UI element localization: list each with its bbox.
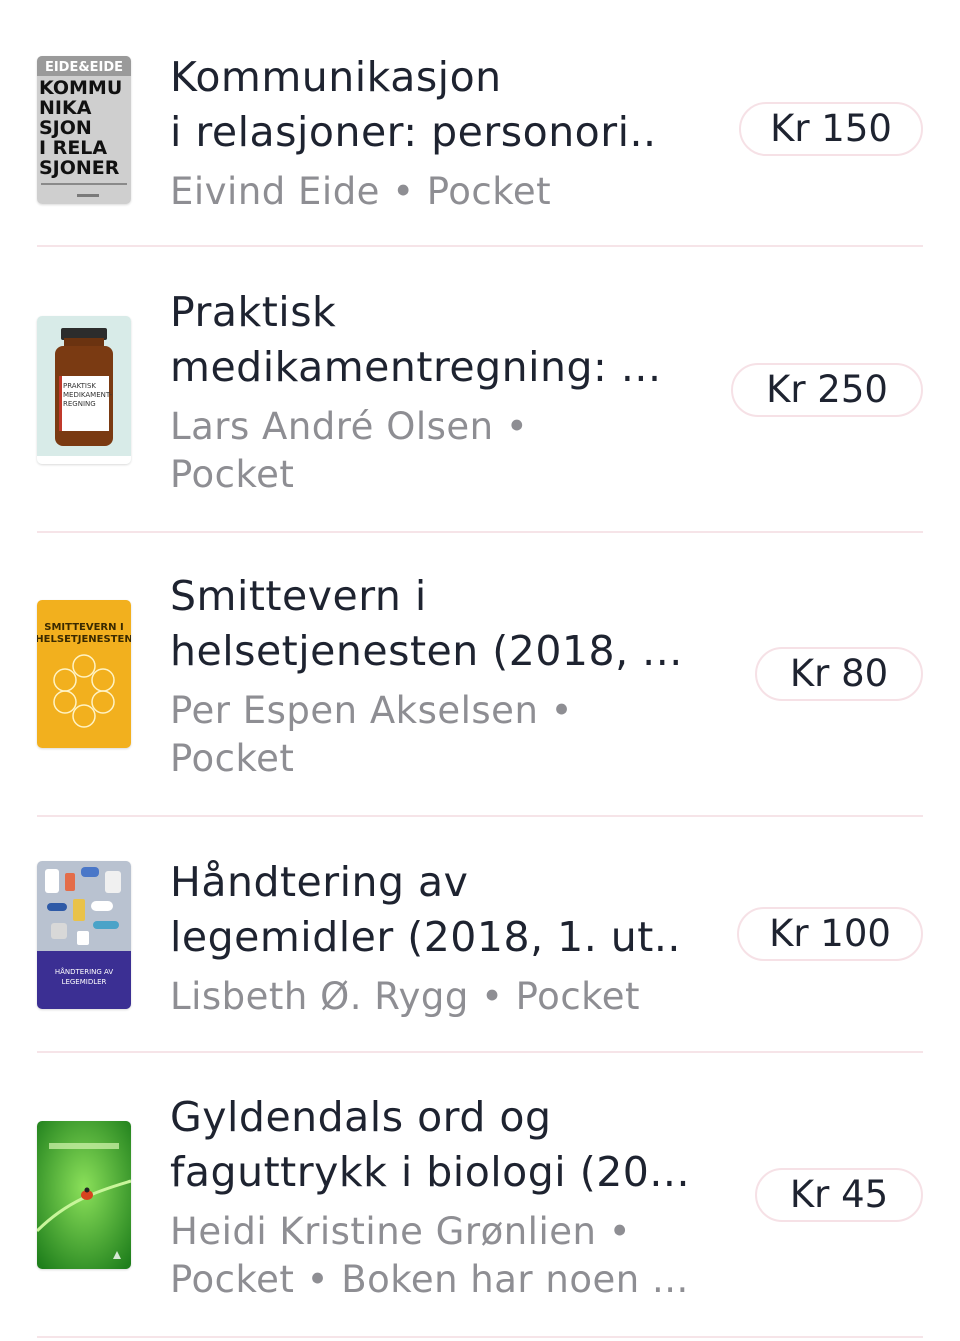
book-cover-image: PRAKTISK MEDIKAMENT- REGNING (37, 316, 131, 464)
book-meta: Lars André Olsen • Pocket (170, 403, 715, 499)
cover-line: MEDIKAMENT- (63, 391, 113, 399)
book-author-format: Eivind Eide • Pocket (170, 170, 552, 213)
book-cover-ladybug-leaf-icon (37, 1121, 131, 1269)
book-title-line-2: helsetjenesten (2018, ... (170, 627, 683, 675)
book-author: Lars André Olsen • (170, 405, 529, 448)
list-item[interactable]: EIDE&EIDE KOMMU NIKA SJON I RELA SJONER … (37, 50, 923, 213)
list-item[interactable]: Gyldendals ord og faguttrykk i biologi (… (37, 1090, 923, 1305)
cover-line: SJONER (39, 157, 120, 179)
book-author: Heidi Kristine Grønlien • (170, 1210, 632, 1253)
book-format-condition: Pocket • Boken har noen ... (170, 1258, 689, 1301)
book-author: Per Espen Akselsen • (170, 689, 573, 732)
book-cover-smittevern-icon: SMITTEVERN I HELSETJENESTEN (37, 600, 131, 748)
divider (37, 815, 923, 817)
book-cover-image: SMITTEVERN I HELSETJENESTEN (37, 600, 131, 748)
cover-line: SJON (39, 117, 92, 139)
price-badge[interactable]: Kr 100 (737, 907, 923, 961)
book-meta: Lisbeth Ø. Rygg • Pocket (170, 973, 715, 1021)
cover-line: HELSETJENESTEN (37, 634, 131, 645)
book-title-line-1: Gyldendals ord og (170, 1093, 552, 1141)
book-meta: Eivind Eide • Pocket (170, 168, 715, 216)
book-cover-image (37, 1121, 131, 1269)
divider (37, 245, 923, 247)
divider (37, 1051, 923, 1053)
price-badge[interactable]: Kr 45 (755, 1168, 923, 1222)
cover-line: SMITTEVERN I (44, 622, 123, 633)
book-meta: Heidi Kristine Grønlien • Pocket • Boken… (170, 1208, 715, 1304)
book-info: Gyldendals ord og faguttrykk i biologi (… (170, 1090, 715, 1304)
list-item[interactable]: SMITTEVERN I HELSETJENESTEN Smittevern i… (37, 569, 923, 784)
cover-line: LEGEMIDLER (62, 978, 107, 986)
book-info: Praktisk medikamentregning: ... Lars And… (170, 285, 715, 499)
book-title-line-2: faguttrykk i biologi (20... (170, 1148, 690, 1196)
book-cover-image: EIDE&EIDE KOMMU NIKA SJON I RELA SJONER (37, 56, 131, 204)
book-cover-pills-icon: HÅNDTERING AV LEGEMIDLER (37, 861, 131, 1009)
list-item[interactable]: PRAKTISK MEDIKAMENT- REGNING Praktisk me… (37, 285, 923, 500)
book-cover-image: HÅNDTERING AV LEGEMIDLER (37, 861, 131, 1009)
cover-line: NIKA (39, 97, 92, 119)
book-meta: Per Espen Akselsen • Pocket (170, 687, 715, 783)
price-badge[interactable]: Kr 250 (731, 363, 923, 417)
book-author-format: Lisbeth Ø. Rygg • Pocket (170, 975, 641, 1018)
book-format: Pocket (170, 453, 295, 496)
cover-line: HÅNDTERING AV (55, 967, 114, 976)
book-info: Smittevern i helsetjenesten (2018, ... P… (170, 569, 715, 783)
cover-publisher-text: EIDE&EIDE (45, 60, 123, 75)
price-badge[interactable]: Kr 150 (739, 102, 923, 156)
cover-line: I RELA (39, 137, 107, 159)
book-format: Pocket (170, 737, 295, 780)
book-cover-kommunikasjon-icon: EIDE&EIDE KOMMU NIKA SJON I RELA SJONER (37, 56, 131, 204)
book-title-line-2: i relasjoner: personori.. (170, 108, 657, 156)
book-title-line-1: Håndtering av (170, 858, 469, 906)
divider (37, 531, 923, 533)
book-title-line-2: legemidler (2018, 1. ut.. (170, 913, 681, 961)
price-badge[interactable]: Kr 80 (755, 647, 923, 701)
cover-line: REGNING (63, 400, 96, 408)
book-cover-medicine-bottle-icon: PRAKTISK MEDIKAMENT- REGNING (37, 316, 131, 464)
divider (37, 1336, 923, 1338)
book-title-line-2: medikamentregning: ... (170, 343, 662, 391)
book-title-line-1: Praktisk (170, 288, 337, 336)
cover-line: KOMMU (39, 77, 122, 99)
cover-line: PRAKTISK (63, 382, 96, 390)
book-title-line-1: Kommunikasjon (170, 53, 502, 101)
list-item[interactable]: HÅNDTERING AV LEGEMIDLER Håndtering av l… (37, 855, 923, 1018)
book-title-line-1: Smittevern i (170, 572, 427, 620)
book-info: Kommunikasjon i relasjoner: personori.. … (170, 50, 715, 216)
book-info: Håndtering av legemidler (2018, 1. ut.. … (170, 855, 715, 1021)
